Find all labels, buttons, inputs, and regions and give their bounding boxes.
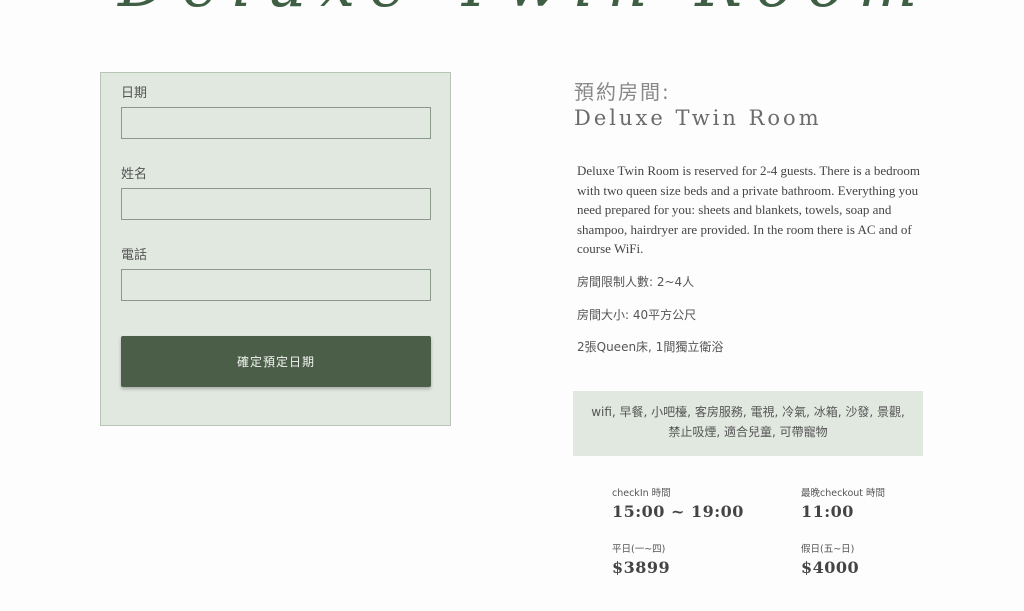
amenities-box: wifi, 早餐, 小吧檯, 客房服務, 電視, 冷氣, 冰箱, 沙發, 景觀,… [573,391,923,456]
holiday-price: $4000 [801,558,860,577]
room-size: 房間大小: 40平方公尺 [577,308,697,322]
banner-title: Deluxe Twin Room [118,0,931,12]
booking-form: 日期 姓名 電話 確定預定日期 [100,72,451,426]
booking-heading: 預約房間: [574,80,671,104]
checkin-label: checkIn 時間 [612,488,671,499]
name-label: 姓名 [121,167,148,182]
room-beds: 2張Queen床, 1間獨立衛浴 [577,340,724,354]
top-banner: Deluxe Twin Room [0,0,1024,12]
holiday-label: 假日(五~日) [801,544,855,555]
date-label: 日期 [121,86,148,101]
name-field[interactable] [121,188,431,220]
room-description: Deluxe Twin Room is reserved for 2-4 gue… [577,163,921,257]
checkin-value: 15:00 ~ 19:00 [612,502,744,521]
confirm-date-button[interactable]: 確定預定日期 [121,336,431,387]
room-capacity: 房間限制人數: 2~4人 [577,275,695,289]
phone-label: 電話 [121,248,148,263]
weekday-label: 平日(一~四) [612,544,666,555]
checkout-label: 最晚checkout 時間 [801,488,886,499]
checkout-value: 11:00 [801,502,854,521]
date-field[interactable] [121,107,431,139]
weekday-price: $3899 [612,558,671,577]
phone-field[interactable] [121,269,431,301]
room-name: Deluxe Twin Room [574,106,822,130]
